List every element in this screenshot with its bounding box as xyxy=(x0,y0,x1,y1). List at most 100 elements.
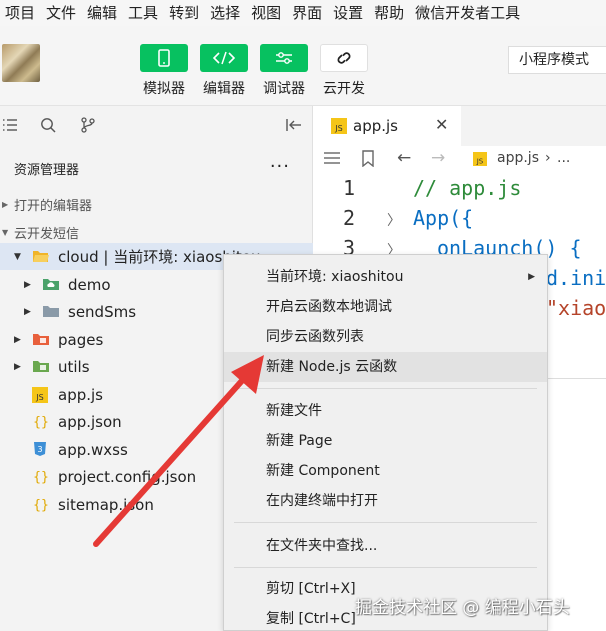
pages-folder-icon xyxy=(32,332,49,346)
utils-folder-icon xyxy=(32,359,49,373)
collapse-panel-icon[interactable] xyxy=(285,117,303,137)
tree-item-label: demo xyxy=(68,275,111,294)
code-icon xyxy=(200,44,248,72)
json-file-icon: {} xyxy=(32,413,49,430)
menu-edit[interactable]: 编辑 xyxy=(82,0,123,26)
menu-item-new-node-function[interactable]: 新建 Node.js 云函数 xyxy=(224,352,547,382)
js-file-icon: JS xyxy=(32,387,48,403)
line-number: 1 xyxy=(342,176,356,200)
menu-view[interactable]: 视图 xyxy=(246,0,287,26)
folder-icon xyxy=(42,304,59,318)
debugger-label: 调试器 xyxy=(263,81,305,97)
code-line-2[interactable]: 2 〉 App({ xyxy=(313,206,606,236)
bookmark-icon[interactable] xyxy=(361,150,375,171)
code-text: App({ xyxy=(413,206,474,230)
caret-down-icon: ▼ xyxy=(14,251,21,262)
explorer-title: 资源管理器 xyxy=(14,162,80,178)
css-file-icon: 3 xyxy=(32,441,48,456)
caret-right-icon: ▶ xyxy=(14,334,21,345)
folder-open-icon xyxy=(32,249,49,263)
back-arrow-icon[interactable]: ← xyxy=(397,148,411,168)
menu-goto[interactable]: 转到 xyxy=(164,0,205,26)
svg-text:{}: {} xyxy=(33,498,49,512)
menu-help[interactable]: 帮助 xyxy=(369,0,410,26)
editor-label: 编辑器 xyxy=(203,81,245,97)
code-line-1[interactable]: 1 // app.js xyxy=(313,176,606,206)
svg-text:JS: JS xyxy=(476,157,484,165)
menu-select[interactable]: 选择 xyxy=(205,0,246,26)
menu-project[interactable]: 项目 xyxy=(0,0,41,26)
panel-divider xyxy=(546,378,606,379)
menu-item-current-env[interactable]: 当前环境: xiaoshitou ▶ xyxy=(224,262,547,292)
menu-separator xyxy=(234,567,537,568)
breadcrumb-more[interactable]: ... xyxy=(557,150,570,166)
tree-item-label: sitemap.json xyxy=(58,495,154,514)
list-icon[interactable] xyxy=(2,117,18,137)
menu-interface[interactable]: 界面 xyxy=(287,0,328,26)
mode-select[interactable]: 小程序模式 xyxy=(508,46,606,74)
caret-right-icon: ▶ xyxy=(24,279,31,290)
menu-item-sync-functions[interactable]: 同步云函数列表 xyxy=(224,322,547,352)
sidebar-toolbar xyxy=(0,106,312,146)
project-label: 云开发短信 xyxy=(14,226,80,242)
breadcrumb-file[interactable]: app.js xyxy=(497,150,539,166)
tree-item-label: app.json xyxy=(58,412,122,431)
caret-right-icon: ▶ xyxy=(2,199,9,209)
json-file-icon: {} xyxy=(32,496,49,513)
more-icon[interactable]: ··· xyxy=(270,156,290,177)
breadcrumb: ← → JS app.js › ... xyxy=(313,146,606,174)
watermark: 掘金技术社区 @ 编程小石头 xyxy=(355,598,570,618)
tab-label: app.js xyxy=(353,117,398,135)
menubar: 项目 文件 编辑 工具 转到 选择 视图 界面 设置 帮助 微信开发者工具 xyxy=(0,0,606,26)
cloud-dev-button[interactable]: 云开发 xyxy=(318,44,370,98)
close-icon[interactable]: ✕ xyxy=(435,115,448,134)
menu-item-new-file[interactable]: 新建文件 xyxy=(224,396,547,426)
list-icon[interactable] xyxy=(323,150,341,170)
code-fragment: "xiao xyxy=(546,296,606,320)
svg-text:JS: JS xyxy=(35,393,43,402)
menu-settings[interactable]: 设置 xyxy=(328,0,369,26)
search-icon[interactable] xyxy=(40,117,56,137)
menu-tools[interactable]: 工具 xyxy=(123,0,164,26)
project-section[interactable]: ▼ 云开发短信 xyxy=(0,218,312,246)
menu-devtools[interactable]: 微信开发者工具 xyxy=(410,0,526,26)
source-control-icon[interactable] xyxy=(80,117,96,137)
caret-down-icon: ▼ xyxy=(2,227,9,237)
svg-text:3: 3 xyxy=(37,445,42,454)
debugger-button[interactable]: 调试器 xyxy=(258,44,310,98)
menu-item-new-component[interactable]: 新建 Component xyxy=(224,456,547,486)
tree-item-label: project.config.json xyxy=(58,467,197,486)
tree-item-label: sendSms xyxy=(68,302,137,321)
cloud-dev-label: 云开发 xyxy=(323,81,365,97)
code-fragment: d.ini xyxy=(546,266,606,290)
tree-item-label: pages xyxy=(58,330,104,349)
open-editors-section[interactable]: ▶ 打开的编辑器 xyxy=(0,190,312,218)
sliders-icon xyxy=(260,44,308,72)
avatar[interactable] xyxy=(2,44,40,82)
tab-app-js[interactable]: JS app.js ✕ xyxy=(313,106,461,146)
caret-right-icon: ▶ xyxy=(14,361,21,372)
js-file-icon: JS xyxy=(473,152,487,170)
explorer-header: 资源管理器 ··· xyxy=(0,146,312,190)
tree-item-label: utils xyxy=(58,357,90,376)
menu-item-find-in-folder[interactable]: 在文件夹中查找... xyxy=(224,531,547,561)
simulator-button[interactable]: 模拟器 xyxy=(138,44,190,98)
menu-item-open-terminal[interactable]: 在内建终端中打开 xyxy=(224,486,547,516)
js-file-icon: JS xyxy=(331,118,347,138)
menu-item-local-debug[interactable]: 开启云函数本地调试 xyxy=(224,292,547,322)
cloud-function-folder-icon xyxy=(42,277,59,291)
submenu-arrow-icon: ▶ xyxy=(528,272,535,282)
json-file-icon: {} xyxy=(32,468,49,485)
forward-arrow-icon[interactable]: → xyxy=(431,148,445,168)
menu-file[interactable]: 文件 xyxy=(41,0,82,26)
editor-button[interactable]: 编辑器 xyxy=(198,44,250,98)
fold-chevron-icon[interactable]: 〉 xyxy=(387,210,401,230)
simulator-label: 模拟器 xyxy=(143,81,185,97)
tree-item-label: app.js xyxy=(58,385,103,404)
menu-item-new-page[interactable]: 新建 Page xyxy=(224,426,547,456)
code-text: // app.js xyxy=(413,176,522,200)
menu-separator xyxy=(234,522,537,523)
breadcrumb-separator: › xyxy=(545,150,551,166)
open-editors-label: 打开的编辑器 xyxy=(14,198,93,214)
menu-item-label: 当前环境: xiaoshitou xyxy=(266,269,404,285)
